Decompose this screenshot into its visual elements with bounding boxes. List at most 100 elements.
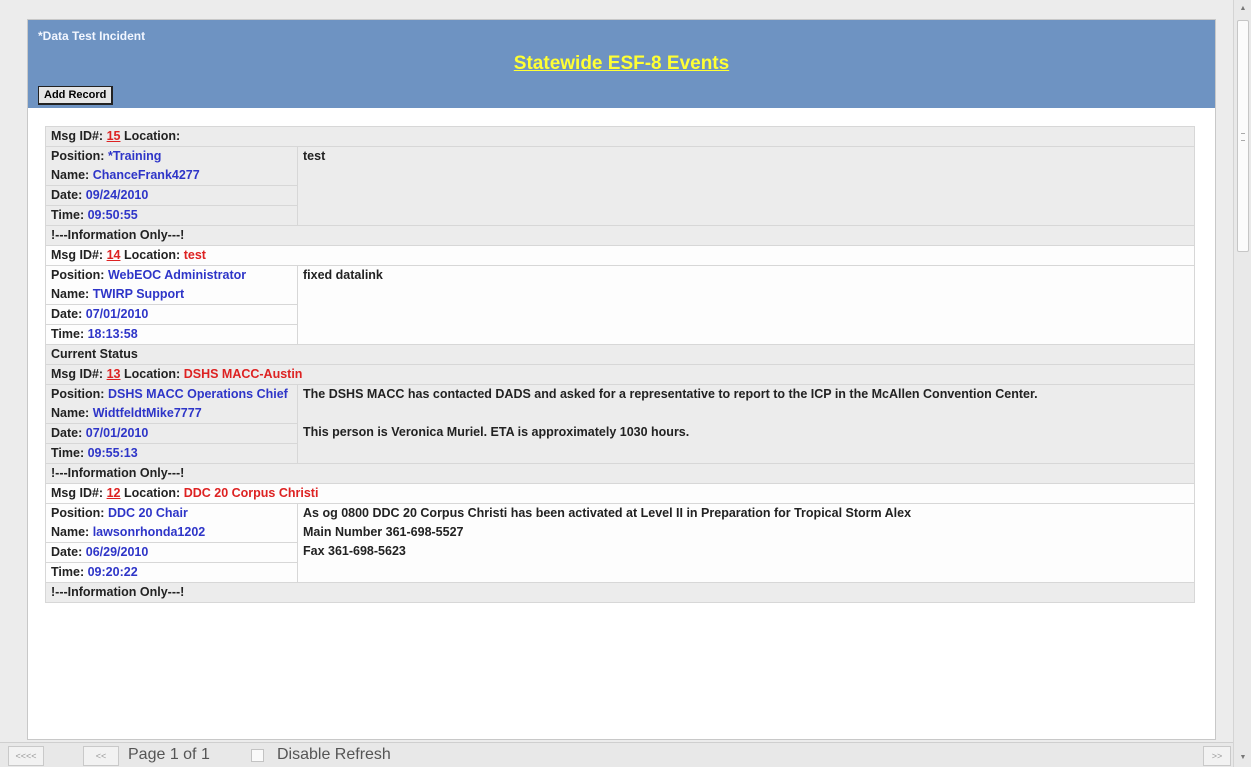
vertical-scrollbar[interactable]: ▲ ▼ bbox=[1233, 0, 1251, 767]
time-value: 18:13:58 bbox=[87, 327, 138, 341]
record-header-row: Msg ID#: 14 Location: test bbox=[45, 245, 1195, 266]
records-list: Msg ID#: 15 Location: Position: *Trainin… bbox=[45, 126, 1195, 603]
prev-page-button[interactable]: << bbox=[83, 746, 119, 766]
record-header-row: Msg ID#: 12 Location: DDC 20 Corpus Chri… bbox=[45, 483, 1195, 504]
events-panel: *Data Test Incident Statewide ESF-8 Even… bbox=[27, 19, 1216, 740]
msg-id-link[interactable]: 12 bbox=[107, 486, 121, 500]
location-label: Location: bbox=[123, 486, 181, 500]
location-label: Location: bbox=[123, 367, 181, 381]
scroll-grip-icon bbox=[1241, 133, 1245, 141]
position-label: Position: bbox=[51, 268, 105, 282]
name-label: Name: bbox=[51, 287, 90, 301]
record-header: Msg ID#: 13 Location: DSHS MACC-Austin bbox=[45, 364, 1195, 385]
record-header-row: Msg ID#: 15 Location: bbox=[45, 126, 1195, 147]
position-label: Position: bbox=[51, 506, 105, 520]
location-value: DSHS MACC-Austin bbox=[183, 367, 303, 381]
record-status: Current Status bbox=[45, 344, 1195, 365]
record-header: Msg ID#: 14 Location: test bbox=[45, 245, 1195, 266]
record-header: Msg ID#: 15 Location: bbox=[45, 126, 1195, 147]
position-value: DDC 20 Chair bbox=[107, 506, 188, 520]
date-value: 06/29/2010 bbox=[85, 545, 149, 559]
location-value: test bbox=[183, 248, 206, 262]
time-cell: Time: 18:13:58 bbox=[45, 324, 298, 345]
header-bar: *Data Test Incident Statewide ESF-8 Even… bbox=[28, 20, 1215, 108]
message-paragraph: test bbox=[303, 149, 326, 163]
time-label: Time: bbox=[51, 208, 85, 222]
time-value: 09:50:55 bbox=[87, 208, 138, 222]
msg-id-label: Msg ID#: bbox=[51, 486, 104, 500]
time-label: Time: bbox=[51, 565, 85, 579]
msg-id-link[interactable]: 15 bbox=[107, 129, 121, 143]
name-label: Name: bbox=[51, 525, 90, 539]
time-value: 09:55:13 bbox=[87, 446, 138, 460]
location-label: Location: bbox=[123, 248, 181, 262]
date-cell: Date: 07/01/2010 bbox=[45, 304, 298, 325]
position-value: *Training bbox=[107, 149, 162, 163]
record-status-row: !---Information Only---! bbox=[45, 225, 1195, 246]
record-detail-row: Position: DDC 20 Chair Name: lawsonrhonda… bbox=[45, 503, 1195, 583]
position-label: Position: bbox=[51, 149, 105, 163]
next-page-button[interactable]: >> bbox=[1203, 746, 1231, 766]
message-cell: test bbox=[297, 146, 1195, 226]
record-status: !---Information Only---! bbox=[45, 225, 1195, 246]
message-paragraph: The DSHS MACC has contacted DADS and ask… bbox=[303, 387, 1038, 401]
name-label: Name: bbox=[51, 168, 90, 182]
date-value: 09/24/2010 bbox=[85, 188, 149, 202]
page-title: Statewide ESF-8 Events bbox=[28, 53, 1215, 75]
position-name-cell: Position: *Training Name: ChanceFrank4277 bbox=[45, 146, 298, 186]
name-value: TWIRP Support bbox=[92, 287, 185, 301]
location-label: Location: bbox=[123, 129, 181, 143]
msg-id-label: Msg ID#: bbox=[51, 367, 104, 381]
message-paragraph: This person is Veronica Muriel. ETA is a… bbox=[303, 425, 690, 439]
scroll-up-arrow-icon[interactable]: ▲ bbox=[1234, 0, 1251, 18]
time-cell: Time: 09:55:13 bbox=[45, 443, 298, 464]
msg-id-link[interactable]: 13 bbox=[107, 367, 121, 381]
date-label: Date: bbox=[51, 307, 83, 321]
first-page-button[interactable]: <<<< bbox=[8, 746, 44, 766]
record-header: Msg ID#: 12 Location: DDC 20 Corpus Chri… bbox=[45, 483, 1195, 504]
date-cell: Date: 06/29/2010 bbox=[45, 542, 298, 563]
disable-refresh-label[interactable]: Disable Refresh bbox=[277, 746, 391, 764]
msg-id-label: Msg ID#: bbox=[51, 129, 104, 143]
name-value: WidtfeldtMike7777 bbox=[92, 406, 202, 420]
time-cell: Time: 09:20:22 bbox=[45, 562, 298, 583]
disable-refresh-checkbox[interactable] bbox=[251, 749, 264, 762]
page-indicator: Page 1 of 1 bbox=[128, 746, 210, 763]
date-value: 07/01/2010 bbox=[85, 426, 149, 440]
record-status: !---Information Only---! bbox=[45, 582, 1195, 603]
page-title-text: Statewide ESF-8 Events bbox=[513, 53, 730, 74]
record-detail-row: Position: WebEOC Administrator Name: TWIR… bbox=[45, 265, 1195, 345]
date-label: Date: bbox=[51, 426, 83, 440]
scroll-thumb[interactable] bbox=[1237, 20, 1249, 252]
position-name-cell: Position: DSHS MACC Operations Chief Name… bbox=[45, 384, 298, 424]
time-label: Time: bbox=[51, 327, 85, 341]
name-value: lawsonrhonda1202 bbox=[92, 525, 206, 539]
date-cell: Date: 07/01/2010 bbox=[45, 423, 298, 444]
name-value: ChanceFrank4277 bbox=[92, 168, 200, 182]
message-paragraph: fixed datalink bbox=[303, 268, 383, 282]
position-value: DSHS MACC Operations Chief bbox=[107, 387, 288, 401]
time-label: Time: bbox=[51, 446, 85, 460]
pager-bar: <<<< << Page 1 of 1 Disable Refresh >> bbox=[0, 742, 1233, 767]
position-value: WebEOC Administrator bbox=[107, 268, 247, 282]
msg-id-label: Msg ID#: bbox=[51, 248, 104, 262]
record-status-row: Current Status bbox=[45, 344, 1195, 365]
msg-id-link[interactable]: 14 bbox=[107, 248, 121, 262]
record-detail-row: Position: *Training Name: ChanceFrank4277… bbox=[45, 146, 1195, 226]
record-header-row: Msg ID#: 13 Location: DSHS MACC-Austin bbox=[45, 364, 1195, 385]
position-label: Position: bbox=[51, 387, 105, 401]
date-value: 07/01/2010 bbox=[85, 307, 149, 321]
message-paragraph: As og 0800 DDC 20 Corpus Christi has bee… bbox=[303, 506, 912, 558]
incident-name: *Data Test Incident bbox=[38, 29, 146, 43]
scroll-down-arrow-icon[interactable]: ▼ bbox=[1234, 749, 1251, 767]
position-name-cell: Position: DDC 20 Chair Name: lawsonrhonda… bbox=[45, 503, 298, 543]
name-label: Name: bbox=[51, 406, 90, 420]
position-name-cell: Position: WebEOC Administrator Name: TWIR… bbox=[45, 265, 298, 305]
time-value: 09:20:22 bbox=[87, 565, 138, 579]
date-label: Date: bbox=[51, 545, 83, 559]
add-record-button[interactable]: Add Record bbox=[38, 86, 114, 105]
time-cell: Time: 09:50:55 bbox=[45, 205, 298, 226]
record-status-row: !---Information Only---! bbox=[45, 463, 1195, 484]
record-status-row: !---Information Only---! bbox=[45, 582, 1195, 603]
message-cell: fixed datalink bbox=[297, 265, 1195, 345]
